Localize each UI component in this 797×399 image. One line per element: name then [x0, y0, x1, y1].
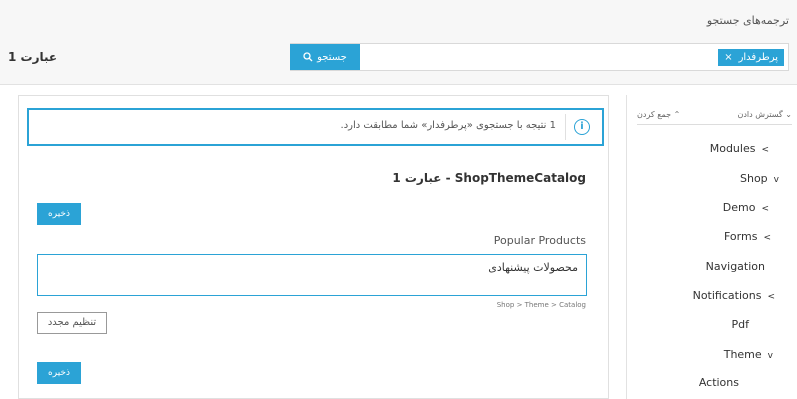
info-banner: i 1 نتیجه با جستجوی «پرطرفدار» شما مطابق… — [27, 108, 604, 146]
search-tag: پرطرفدار × — [718, 49, 784, 66]
search-button-label: جستجو — [317, 51, 347, 63]
sidebar-item-forms[interactable]: Forms < — [724, 230, 771, 243]
field-label: Popular Products — [493, 234, 586, 247]
close-icon[interactable]: × — [724, 49, 732, 66]
sidebar-item-pdf[interactable]: Pdf — [732, 318, 750, 331]
collapse-all-button[interactable]: ⌃ جمع کردن — [637, 110, 680, 119]
search-title: ترجمه‌های جستجو — [706, 14, 789, 27]
divider — [565, 114, 566, 140]
search-button[interactable]: جستجو — [290, 44, 360, 70]
sidebar-item-shop[interactable]: Shop v — [740, 172, 779, 185]
info-icon: i — [574, 119, 590, 135]
sidebar-item-actions[interactable]: Actions — [699, 376, 739, 389]
sidebar-item-label: Pdf — [731, 318, 750, 331]
search-tag-label: پرطرفدار — [738, 52, 778, 63]
search-icon — [303, 52, 313, 62]
chevron-down-icon: v — [767, 351, 773, 361]
sidebar-item-label: Demo — [722, 201, 756, 214]
translation-field[interactable]: محصولات پیشنهادی — [37, 254, 587, 296]
chevron-left-icon: < — [763, 233, 771, 243]
sidebar-item-label: Notifications — [692, 289, 762, 302]
breadcrumb: Shop > Theme > Catalog — [496, 301, 586, 309]
expand-all-button[interactable]: ⌄ گسترش دادن — [737, 110, 792, 119]
sidebar-item-modules[interactable]: Modules < — [710, 142, 769, 155]
sidebar-item-theme[interactable]: Theme v — [724, 348, 773, 361]
sidebar-item-label: Modules — [709, 142, 756, 155]
chevron-left-icon: < — [761, 204, 769, 214]
chevron-left-icon: < — [761, 145, 769, 155]
search-bar-area: ترجمه‌های جستجو پرطرفدار × جستجو عبارت 1 — [0, 0, 797, 85]
info-text: 1 نتیجه با جستجوی «پرطرفدار» شما مطابقت … — [340, 120, 556, 131]
sidebar-item-label: Navigation — [705, 260, 765, 273]
sidebar-header: ⌄ گسترش دادن ⌃ جمع کردن — [637, 110, 792, 125]
sidebar-item-label: Forms — [724, 230, 758, 243]
sidebar-item-demo[interactable]: Demo < — [723, 201, 769, 214]
page-title: عبارت 1 — [8, 50, 58, 64]
sidebar: ⌄ گسترش دادن ⌃ جمع کردن Modules < Shop v D… — [626, 95, 797, 399]
reset-button[interactable]: تنظیم مجدد — [37, 312, 107, 334]
chevron-down-icon: v — [773, 175, 779, 185]
save-button[interactable]: ذخیره — [37, 362, 81, 384]
search-input[interactable]: پرطرفدار × — [290, 43, 789, 71]
chevron-left-icon: < — [767, 292, 775, 302]
sidebar-item-label: Actions — [698, 376, 739, 389]
save-button[interactable]: ذخیره — [37, 203, 81, 225]
sidebar-item-navigation[interactable]: Navigation — [706, 260, 765, 273]
sidebar-item-label: Shop — [740, 172, 768, 185]
main-panel: i 1 نتیجه با جستجوی «پرطرفدار» شما مطابق… — [18, 95, 609, 399]
sidebar-item-notifications[interactable]: Notifications < — [693, 289, 775, 302]
sidebar-item-label: Theme — [723, 348, 762, 361]
section-title: ShopThemeCatalog - عبارت 1 — [392, 171, 586, 185]
